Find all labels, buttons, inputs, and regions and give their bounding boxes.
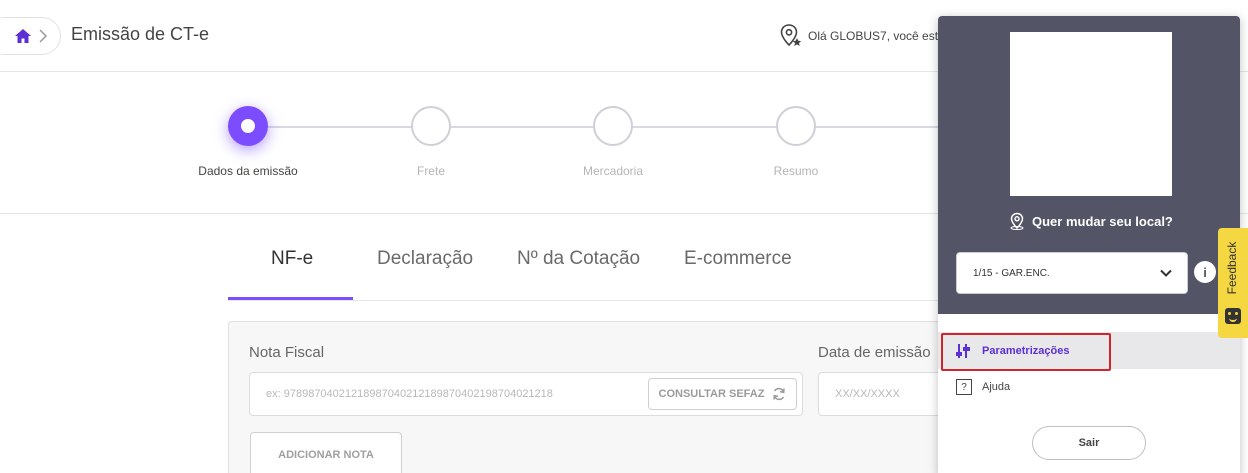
tab-declaracao[interactable]: Declaração xyxy=(377,248,473,300)
step-label: Frete xyxy=(416,164,445,178)
info-icon[interactable]: i xyxy=(1194,261,1216,283)
feedback-label: Feedback xyxy=(1225,241,1239,295)
location-pin-icon xyxy=(1010,212,1024,230)
panel-header: Quer mudar seu local? 1/15 - GAR.ENC. i xyxy=(938,16,1240,314)
step-circle xyxy=(776,106,816,146)
data-emissao-label: Data de emissão xyxy=(818,344,931,361)
consultar-sefaz-button[interactable]: CONSULTAR SEFAZ xyxy=(648,378,797,410)
local-select[interactable]: 1/15 - GAR.ENC. xyxy=(956,252,1188,294)
menu-item-label: Ajuda xyxy=(982,381,1011,393)
step-circle-active xyxy=(228,106,268,146)
nota-fiscal-input[interactable]: ex: 978987040212189870402121898704021987… xyxy=(249,372,803,416)
home-breadcrumb[interactable] xyxy=(1,17,61,55)
refresh-icon xyxy=(773,387,786,401)
change-local-link[interactable]: Quer mudar seu local? xyxy=(1008,212,1173,230)
adicionar-nota-button[interactable]: ADICIONAR NOTA xyxy=(250,432,402,473)
greeting-text: Olá GLOBUS7, você est xyxy=(808,29,939,43)
step-mercadoria[interactable]: Mercadoria xyxy=(553,106,673,178)
active-tab-indicator xyxy=(228,297,353,300)
step-label: Dados da emissão xyxy=(198,164,298,178)
user-greeting[interactable]: Olá GLOBUS7, você est xyxy=(780,24,938,48)
user-menu-panel: Quer mudar seu local? 1/15 - GAR.ENC. i … xyxy=(938,16,1240,473)
step-label: Resumo xyxy=(773,164,819,178)
highlight-annotation xyxy=(941,333,1111,371)
step-circle xyxy=(411,106,451,146)
help-icon: ? xyxy=(956,379,972,395)
data-emissao-placeholder: XX/XX/XXXX xyxy=(835,388,900,400)
step-frete[interactable]: Frete xyxy=(371,106,491,178)
chevron-right-icon xyxy=(39,29,47,43)
company-logo xyxy=(1010,32,1172,196)
tab-ecommerce[interactable]: E-commerce xyxy=(684,248,792,300)
menu-item-ajuda[interactable]: ? Ajuda xyxy=(938,374,1240,400)
step-dados-emissao[interactable]: Dados da emissão xyxy=(188,106,308,178)
change-local-text: Quer mudar seu local? xyxy=(1032,213,1173,229)
tab-nfe[interactable]: NF-e xyxy=(271,248,313,300)
location-pin-star-icon xyxy=(780,24,802,47)
nota-fiscal-label: Nota Fiscal xyxy=(249,344,325,361)
step-circle xyxy=(593,106,633,146)
chevron-down-icon xyxy=(1160,269,1172,277)
page-title: Emissão de CT-e xyxy=(71,24,210,44)
data-emissao-input[interactable]: XX/XX/XXXX xyxy=(818,372,958,416)
feedback-tab[interactable]: Feedback xyxy=(1218,228,1248,338)
document-type-tabs: NF-e Declaração Nº da Cotação E-commerce xyxy=(228,236,938,301)
nfe-form-card: Nota Fiscal ex: 978987040212189870402121… xyxy=(228,321,958,473)
home-icon[interactable] xyxy=(15,29,31,43)
local-select-value: 1/15 - GAR.ENC. xyxy=(973,267,1050,279)
nota-fiscal-placeholder: ex: 978987040212189870402121898704021987… xyxy=(266,388,553,400)
sair-button[interactable]: Sair xyxy=(1032,426,1146,460)
step-resumo[interactable]: Resumo xyxy=(736,106,856,178)
smiley-icon xyxy=(1225,308,1241,324)
consultar-sefaz-label: CONSULTAR SEFAZ xyxy=(658,388,765,400)
tab-cotacao[interactable]: Nº da Cotação xyxy=(517,248,640,300)
step-label: Mercadoria xyxy=(582,164,644,178)
